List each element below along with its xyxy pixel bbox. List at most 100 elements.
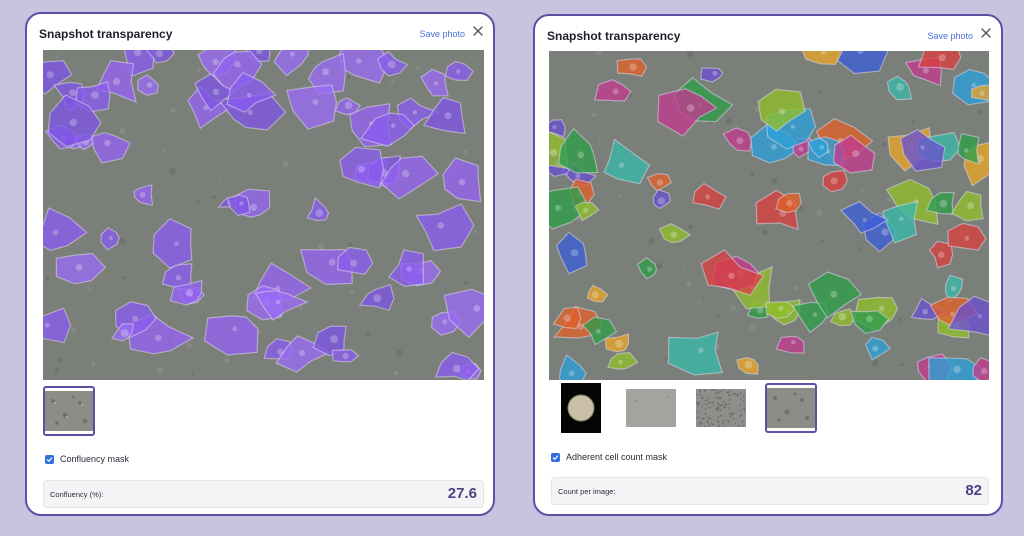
thumbnail-well-overview[interactable]: [555, 383, 607, 433]
thumbnail-speck: [714, 389, 717, 392]
checkbox[interactable]: [551, 452, 560, 462]
thumbnail-speck: [715, 392, 718, 394]
cell-nucleus: [618, 162, 625, 168]
cell-nucleus: [146, 82, 153, 88]
thumbnail-speck: [715, 396, 718, 399]
background-speck: [119, 128, 126, 135]
thumbnail-speck: [743, 409, 746, 411]
cell-nucleus: [830, 290, 838, 298]
thumbnail-speck: [742, 395, 745, 398]
thumbnail-speck: [725, 403, 727, 405]
thumbnail-speck: [705, 403, 708, 405]
thumbnail-cells[interactable]: [765, 383, 817, 433]
thumbnail-speck: [742, 400, 745, 403]
thumbnail-speck: [696, 410, 699, 413]
cell-nucleus: [778, 108, 786, 115]
cell-count-mask-toggle[interactable]: Adherent cell count mask: [551, 452, 667, 462]
background-speck: [349, 289, 355, 294]
checkbox[interactable]: [45, 454, 54, 464]
cell-nucleus: [212, 58, 219, 65]
close-icon[interactable]: [979, 26, 993, 40]
background-speck: [169, 168, 176, 175]
thumbnail-speck: [739, 409, 742, 412]
background-speck: [416, 66, 420, 70]
thumbnail-cells[interactable]: [43, 386, 95, 436]
background-speck: [347, 75, 351, 79]
background-speck: [860, 188, 864, 192]
micrograph-image: [549, 51, 989, 380]
close-icon[interactable]: [471, 24, 485, 38]
thumbnail-speck: [728, 407, 730, 409]
save-photo-link[interactable]: Save photo: [419, 29, 465, 39]
cell-mask: [917, 51, 962, 71]
thumbnail-speck: [706, 419, 709, 422]
cell-nucleus: [104, 139, 111, 147]
thumbnail-speck: [696, 394, 699, 396]
thumbnail-speck: [701, 418, 704, 420]
cell-nucleus: [971, 82, 976, 88]
background-speck: [224, 357, 230, 363]
thumbnail-speck: [724, 405, 727, 408]
cell-nucleus: [950, 285, 957, 292]
stat-label: Confluency (%):: [50, 490, 104, 499]
cell-nucleus: [342, 352, 349, 359]
cell-nucleus: [618, 359, 623, 365]
background-speck: [619, 194, 623, 199]
cell-nucleus: [577, 151, 585, 159]
thumbnail-speck: [730, 414, 733, 417]
cell-nucleus: [402, 170, 410, 178]
thumbnail-speck: [732, 393, 735, 395]
micrograph-view[interactable]: [43, 50, 484, 380]
cell-nucleus: [458, 178, 466, 186]
thumbnail-speck: [728, 391, 730, 393]
background-speck: [348, 242, 353, 248]
confluency-mask-toggle[interactable]: Confluency mask: [45, 454, 129, 464]
background-speck: [186, 342, 193, 349]
background-speck: [911, 119, 915, 123]
cell-nucleus: [44, 322, 50, 328]
panel-title: Snapshot transparency: [39, 27, 173, 41]
cell-nucleus: [866, 315, 873, 323]
cell-nucleus: [790, 124, 796, 129]
cell-nucleus: [290, 51, 295, 57]
cell-nucleus: [736, 137, 744, 145]
thumbnail-speck: [726, 391, 729, 394]
thumbnail-speck: [722, 400, 725, 403]
thumbnail-speck: [722, 422, 724, 425]
thumbnail-speck: [740, 413, 743, 416]
cell-nucleus: [830, 177, 838, 185]
cell-nucleus: [433, 81, 439, 86]
background-speck: [816, 209, 823, 216]
background-speck: [977, 109, 983, 115]
background-speck: [91, 361, 96, 367]
micrograph-view[interactable]: [549, 51, 989, 380]
thumbnail-speck: [728, 421, 730, 423]
thumbnail-speck: [701, 405, 703, 407]
thumbnail-plain-field[interactable]: [625, 383, 677, 433]
cell-nucleus: [938, 54, 946, 62]
thumbnail-speck: [732, 412, 735, 415]
thumbnail-speck: [728, 394, 731, 397]
cell-nucleus: [872, 345, 879, 352]
checkbox-label: Adherent cell count mask: [566, 452, 668, 462]
cell-nucleus: [437, 222, 445, 229]
thumbnail-speck: [704, 413, 707, 415]
thumbnail-speck: [719, 397, 722, 400]
thumbnail-dense-field[interactable]: [695, 383, 747, 433]
thumbnail-speck: [708, 417, 711, 419]
cell-nucleus: [670, 231, 678, 238]
confluency-stat: Confluency (%): 27.6: [43, 480, 484, 508]
cell-nucleus: [185, 289, 194, 297]
cell-nucleus: [563, 314, 571, 322]
background-speck: [86, 286, 91, 291]
cell-nucleus: [312, 99, 319, 105]
thumbnail-speck: [708, 397, 711, 399]
thumbnail-speck: [717, 416, 720, 418]
cell-nucleus: [322, 68, 329, 76]
thumbnail-speck: [699, 421, 701, 424]
background-speck: [394, 370, 399, 376]
cell-nucleus: [812, 312, 818, 318]
save-photo-link[interactable]: Save photo: [927, 31, 973, 41]
cell-mask: [775, 335, 805, 354]
thumbnail-image: [561, 383, 601, 433]
